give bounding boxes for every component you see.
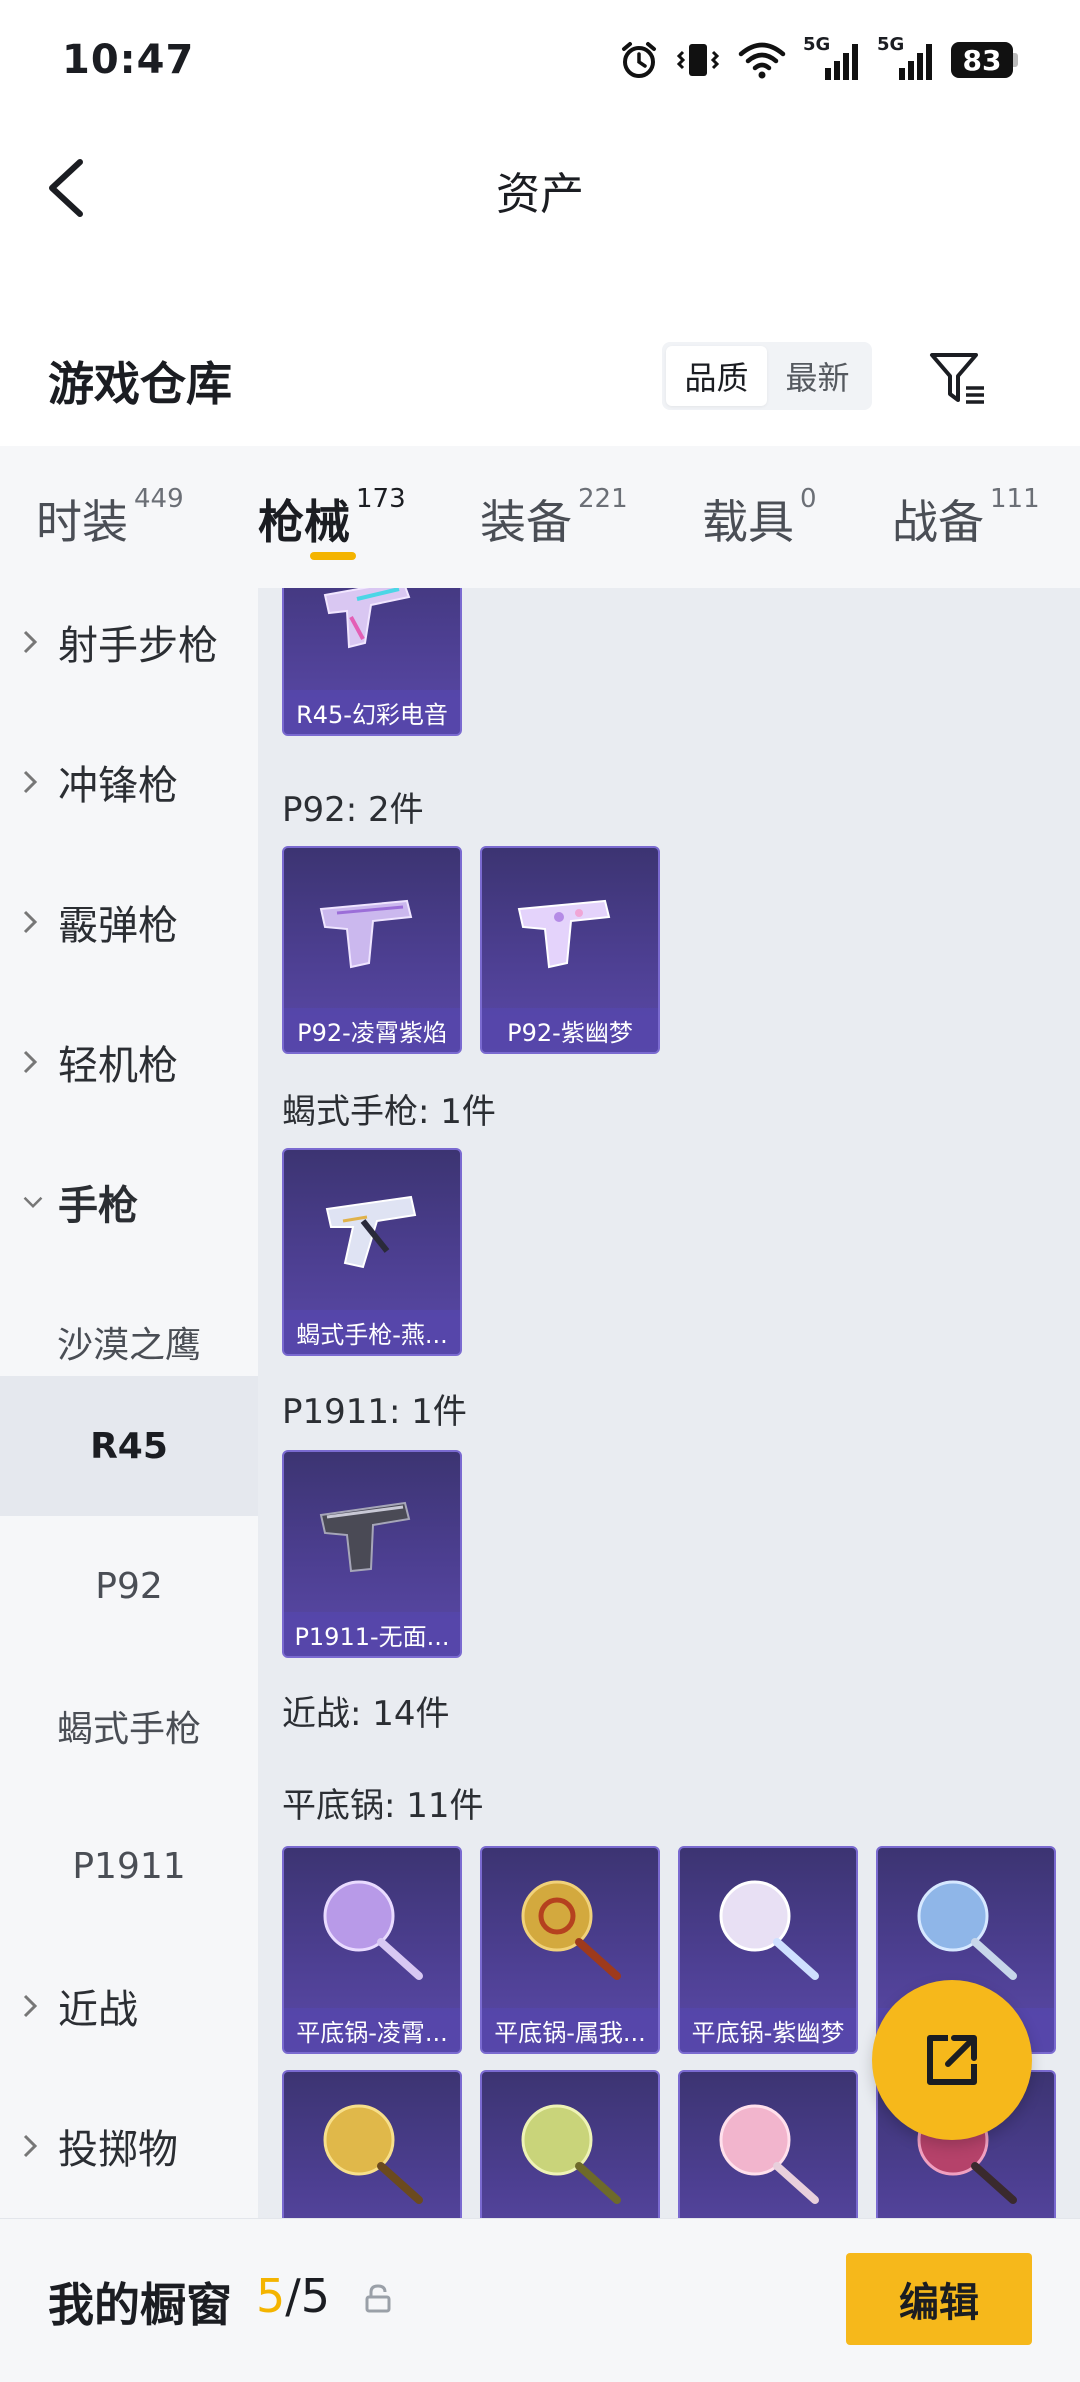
sidebar-item-marksman[interactable]: 射手步枪 <box>0 588 258 712</box>
pan-art-icon <box>680 1848 856 2008</box>
sidebar-item-melee[interactable]: 近战 <box>0 1936 258 2076</box>
battery-level: 83 <box>951 42 1013 78</box>
item-name: P92-凌霄紫焰 <box>284 1008 460 1052</box>
page-title: 资产 <box>496 169 584 220</box>
signal-bars-icon <box>899 44 932 80</box>
tab-firearms[interactable]: 枪械 173 <box>258 484 406 552</box>
tab-vehicles[interactable]: 载具 0 <box>702 484 817 552</box>
section-p1911: P1911: 1件 <box>282 1392 467 1432</box>
item-card[interactable]: P1911-无面... <box>282 1450 462 1658</box>
tab-fashion[interactable]: 时装 449 <box>36 484 184 552</box>
showcase-label: 我的橱窗 <box>48 2278 232 2332</box>
sidebar-item-shotgun[interactable]: 霰弹枪 <box>0 852 258 992</box>
item-card[interactable]: 平底锅-紫幽梦 <box>678 1846 858 2054</box>
pan-art-icon <box>482 2072 658 2218</box>
pistol-art-icon <box>284 588 460 690</box>
sort-quality[interactable]: 品质 <box>666 346 767 406</box>
status-bar: 10:47 5G 5G 83 <box>0 0 1080 120</box>
vibrate-icon <box>676 44 720 76</box>
item-card[interactable]: 平底锅-属我... <box>480 1846 660 2054</box>
showcase-count: 5/5 <box>256 2269 331 2323</box>
pistol-art-icon <box>482 848 658 1008</box>
chevron-right-icon <box>22 629 44 655</box>
item-name: 平底锅-属我... <box>482 2008 658 2052</box>
sidebar-sub-p92[interactable]: P92 <box>0 1516 258 1656</box>
pan-art-icon <box>284 1848 460 2008</box>
item-card[interactable]: P92-凌霄紫焰 <box>282 846 462 1054</box>
section-pan: 平底锅: 11件 <box>282 1786 484 1826</box>
sidebar-item-pistol[interactable]: 手枪 <box>0 1132 258 1272</box>
chevron-right-icon <box>22 909 44 935</box>
chevron-right-icon <box>22 1993 44 2019</box>
tab-equipment[interactable]: 装备 221 <box>480 484 628 552</box>
pistol-art-icon <box>284 1452 460 1612</box>
sort-newest[interactable]: 最新 <box>767 346 868 406</box>
category-tabs: 时装 449 枪械 173 装备 221 载具 0 战备 111 <box>0 446 1080 588</box>
battery-tip <box>1013 53 1018 67</box>
signal-bars-icon <box>825 44 858 80</box>
share-fab[interactable] <box>872 1980 1032 2140</box>
item-card[interactable] <box>480 2070 660 2218</box>
edit-button[interactable]: 编辑 <box>846 2253 1032 2345</box>
pan-art-icon <box>284 2072 460 2218</box>
chevron-left-icon <box>49 159 83 217</box>
chevron-right-icon <box>22 1049 44 1075</box>
item-name: R45-幻彩电音 <box>284 690 460 734</box>
pan-art-icon <box>680 2072 856 2218</box>
status-icons: 5G 5G 83 <box>619 34 1018 82</box>
item-card[interactable]: R45-幻彩电音 <box>282 588 462 736</box>
sidebar-sub-scorpion[interactable]: 蝎式手枪 <box>0 1656 258 1796</box>
chevron-down-icon <box>22 1194 44 1210</box>
pistol-art-icon <box>284 848 460 1008</box>
warehouse-title: 游戏仓库 <box>48 357 232 411</box>
tab-gear[interactable]: 战备 111 <box>892 484 1040 552</box>
sidebar-item-smg[interactable]: 冲锋枪 <box>0 712 258 852</box>
filter-button[interactable] <box>922 342 994 414</box>
pistol-art-icon <box>284 1150 460 1310</box>
section-scorpion: 蝎式手枪: 1件 <box>282 1092 496 1132</box>
share-external-icon <box>927 2035 977 2085</box>
sidebar-sub-p1911[interactable]: P1911 <box>0 1796 258 1936</box>
alarm-icon <box>622 42 656 78</box>
chevron-right-icon <box>22 769 44 795</box>
chevron-right-icon <box>22 2133 44 2159</box>
item-name: 平底锅-凌霄... <box>284 2008 460 2052</box>
item-name: P92-紫幽梦 <box>482 1008 658 1052</box>
app-header: 资产 <box>0 120 1080 260</box>
section-p92: P92: 2件 <box>282 790 424 830</box>
back-button[interactable] <box>36 152 96 224</box>
weapon-sidebar: 射手步枪 冲锋枪 霰弹枪 轻机枪 手枪 沙漠之鹰 R45 P92 蝎式手枪 P1… <box>0 588 258 2218</box>
wifi-icon <box>738 42 786 79</box>
item-name: P1911-无面... <box>284 1612 460 1656</box>
sidebar-sub-r45[interactable]: R45 <box>0 1376 258 1516</box>
sidebar-item-throwables[interactable]: 投掷物 <box>0 2076 258 2216</box>
item-card[interactable]: 平底锅-凌霄... <box>282 1846 462 2054</box>
showcase-bar: 我的橱窗 5/5 编辑 <box>0 2218 1080 2382</box>
item-grid: R45-幻彩电音 P92: 2件 P92-凌霄紫焰 P92-紫幽梦 蝎式手枪: … <box>258 588 1080 2218</box>
signal-5g-1: 5G <box>803 34 861 82</box>
filter-icon <box>930 353 984 404</box>
item-card[interactable]: 蝎式手枪-燕... <box>282 1148 462 1356</box>
section-melee: 近战: 14件 <box>282 1694 450 1734</box>
item-name: 平底锅-紫幽梦 <box>680 2008 856 2052</box>
item-card[interactable]: P92-紫幽梦 <box>480 846 660 1054</box>
warehouse-header: 游戏仓库 品质 最新 <box>0 320 1080 440</box>
battery-indicator: 83 <box>951 42 1018 78</box>
item-name: 蝎式手枪-燕... <box>284 1310 460 1354</box>
status-time: 10:47 <box>62 37 195 83</box>
active-tab-indicator <box>310 552 356 560</box>
sidebar-item-lmg[interactable]: 轻机枪 <box>0 992 258 1132</box>
signal-5g-2: 5G <box>877 34 935 82</box>
lock-icon <box>365 2284 391 2313</box>
sort-toggle: 品质 最新 <box>662 342 872 410</box>
item-card[interactable] <box>282 2070 462 2218</box>
item-card[interactable] <box>678 2070 858 2218</box>
pan-art-icon <box>482 1848 658 2008</box>
